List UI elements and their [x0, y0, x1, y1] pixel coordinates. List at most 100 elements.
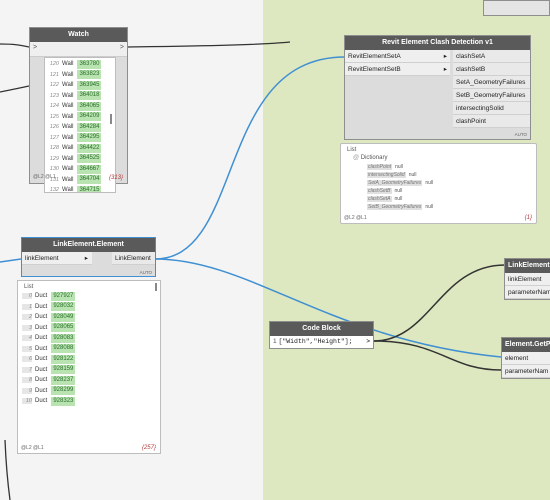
- list-item: 10 Duct 928323: [22, 396, 76, 407]
- dictionary-key: SetB_GeometryFailures: [367, 204, 423, 210]
- element-type: Wall: [62, 166, 74, 173]
- dictionary-key: clashSetA: [367, 196, 392, 202]
- link-preview-list-label: List: [24, 284, 34, 290]
- element-type: Wall: [62, 82, 74, 89]
- link-preview-levels: @L2 @L1: [21, 445, 44, 451]
- element-id[interactable]: 364295: [77, 133, 102, 143]
- list-index: 121: [49, 71, 59, 78]
- scrollbar[interactable]: [155, 283, 157, 291]
- link-output-port[interactable]: LinkElement: [112, 252, 155, 265]
- dictionary-entry: SetB_GeometryFailures null: [367, 203, 433, 211]
- element-id[interactable]: 364209: [77, 112, 102, 122]
- getparam-port-parametername[interactable]: parameterNam: [502, 365, 550, 378]
- clash-preview-bubble[interactable]: List @ Dictionary clashPoint null intersec…: [340, 143, 537, 224]
- watch-levels: @L2 @L1: [33, 174, 56, 180]
- link-auto-label: AUTO: [139, 270, 152, 275]
- clash-output-clashpoint[interactable]: clashPoint: [453, 115, 530, 128]
- element-id[interactable]: 928065: [51, 323, 76, 333]
- element-id[interactable]: 364715: [77, 185, 102, 192]
- list-index: 5: [22, 345, 32, 352]
- element-id[interactable]: 928323: [51, 396, 76, 406]
- element-id[interactable]: 927927: [51, 291, 76, 301]
- list-index: 129: [49, 155, 59, 162]
- element-type: Duct: [35, 314, 48, 321]
- clash-output-setb-failures[interactable]: SetB_GeometryFailures: [453, 89, 530, 102]
- list-index: 123: [49, 92, 59, 99]
- list-item: 128 Wall 364422: [45, 143, 115, 154]
- clash-input-seta[interactable]: RevitElementSetA ▸: [345, 50, 450, 63]
- element-id[interactable]: 928049: [51, 312, 76, 322]
- dictionary-value: null: [395, 164, 403, 170]
- dictionary-key: intersectingSolid: [367, 172, 406, 178]
- link-get-port-parametername[interactable]: parameterNam: [505, 286, 550, 299]
- element-id[interactable]: 364284: [77, 122, 102, 132]
- element-id[interactable]: 928237: [51, 375, 76, 385]
- watch-output-arrow[interactable]: >: [120, 44, 124, 51]
- clash-output-clashseta[interactable]: clashSetA: [453, 50, 530, 63]
- element-type: Wall: [62, 155, 74, 162]
- element-type: Duct: [35, 356, 48, 363]
- watch-input-arrow[interactable]: >: [33, 44, 37, 51]
- element-id[interactable]: 364422: [77, 143, 102, 153]
- element-id[interactable]: 928088: [51, 344, 76, 354]
- element-id[interactable]: 928122: [51, 354, 76, 364]
- element-id[interactable]: 364667: [77, 164, 102, 174]
- element-id[interactable]: 364065: [77, 101, 102, 111]
- watch-node-title: Watch: [30, 28, 127, 42]
- element-id[interactable]: 928299: [51, 386, 76, 396]
- list-item: 6 Duct 928122: [22, 354, 76, 365]
- dictionary-value: null: [425, 180, 434, 186]
- link-input-port[interactable]: linkElement ▸: [22, 252, 92, 265]
- watch-preview-list[interactable]: 120 Wall 363780 121 Wall 363823 122 Wall 363945 1…: [44, 57, 116, 193]
- partial-node-top-right[interactable]: [483, 0, 550, 16]
- element-id[interactable]: 364704: [77, 175, 102, 185]
- element-get-parameter-node[interactable]: Element.GetPa element parameterNam: [501, 337, 550, 379]
- link-preview-count: {257}: [141, 445, 156, 451]
- element-id[interactable]: 364525: [77, 154, 102, 164]
- element-type: Wall: [62, 61, 74, 68]
- element-type: Duct: [35, 324, 48, 331]
- link-get-port-linkelement[interactable]: linkElement: [505, 273, 550, 286]
- clash-input-setb[interactable]: RevitElementSetB ▸: [345, 63, 450, 76]
- dictionary-entry: clashPoint null: [367, 163, 433, 171]
- code-block-node[interactable]: Code Block 1 ["Width","Height"]; >: [269, 321, 374, 349]
- element-type: Wall: [62, 113, 74, 120]
- wire-into-watch-bottom: [0, 85, 30, 93]
- element-type: Wall: [62, 145, 74, 152]
- element-id[interactable]: 928032: [51, 302, 76, 312]
- list-item: 130 Wall 364667: [45, 164, 115, 175]
- dictionary-key: SetA_GeometryFailures: [367, 180, 423, 186]
- element-type: Duct: [35, 335, 48, 342]
- element-id[interactable]: 363780: [77, 59, 102, 69]
- link-get-title: LinkElement.G: [505, 259, 550, 273]
- clash-detection-node[interactable]: Revit Element Clash Detection v1 RevitEl…: [344, 35, 531, 140]
- wire-into-watch-top: [0, 43, 30, 48]
- getparam-port-element[interactable]: element: [502, 352, 550, 365]
- element-id[interactable]: 364018: [77, 91, 102, 101]
- watch-node[interactable]: Watch > > 120 Wall 363780 121 Wall 363823 122 W…: [29, 27, 128, 193]
- list-item: 121 Wall 363823: [45, 70, 115, 81]
- link-element-get-node[interactable]: LinkElement.G linkElement parameterNam: [504, 258, 550, 300]
- clash-preview-count: {1}: [524, 215, 532, 221]
- scrollbar[interactable]: [110, 114, 112, 124]
- link-element-node[interactable]: LinkElement.Element linkElement ▸ LinkEle…: [21, 237, 156, 277]
- code-block-out-arrow[interactable]: >: [366, 336, 370, 348]
- list-item: 7 Duct 928159: [22, 365, 76, 376]
- element-id[interactable]: 363945: [77, 80, 102, 90]
- dictionary-value: null: [408, 172, 417, 178]
- code-text[interactable]: ["Width","Height"];: [278, 338, 352, 345]
- clash-output-clashsetb[interactable]: clashSetB: [453, 63, 530, 76]
- element-type: Duct: [35, 377, 48, 384]
- code-block-editor[interactable]: 1 ["Width","Height"]; >: [270, 336, 373, 348]
- code-block-title: Code Block: [270, 322, 373, 336]
- list-index: 122: [49, 82, 59, 89]
- element-id[interactable]: 363823: [77, 70, 102, 80]
- clash-output-seta-failures[interactable]: SetA_GeometryFailures: [453, 76, 530, 89]
- element-id[interactable]: 928159: [51, 365, 76, 375]
- element-id[interactable]: 928083: [51, 333, 76, 343]
- list-item: 129 Wall 364525: [45, 154, 115, 165]
- clash-output-intersecting-solid[interactable]: intersectingSolid: [453, 102, 530, 115]
- link-preview-bubble[interactable]: List 0 Duct 927927 1 Duct 928032 2 Duct 928049 3 D…: [17, 280, 161, 454]
- wire-bottom-left: [4, 439, 11, 500]
- element-type: Wall: [62, 124, 74, 131]
